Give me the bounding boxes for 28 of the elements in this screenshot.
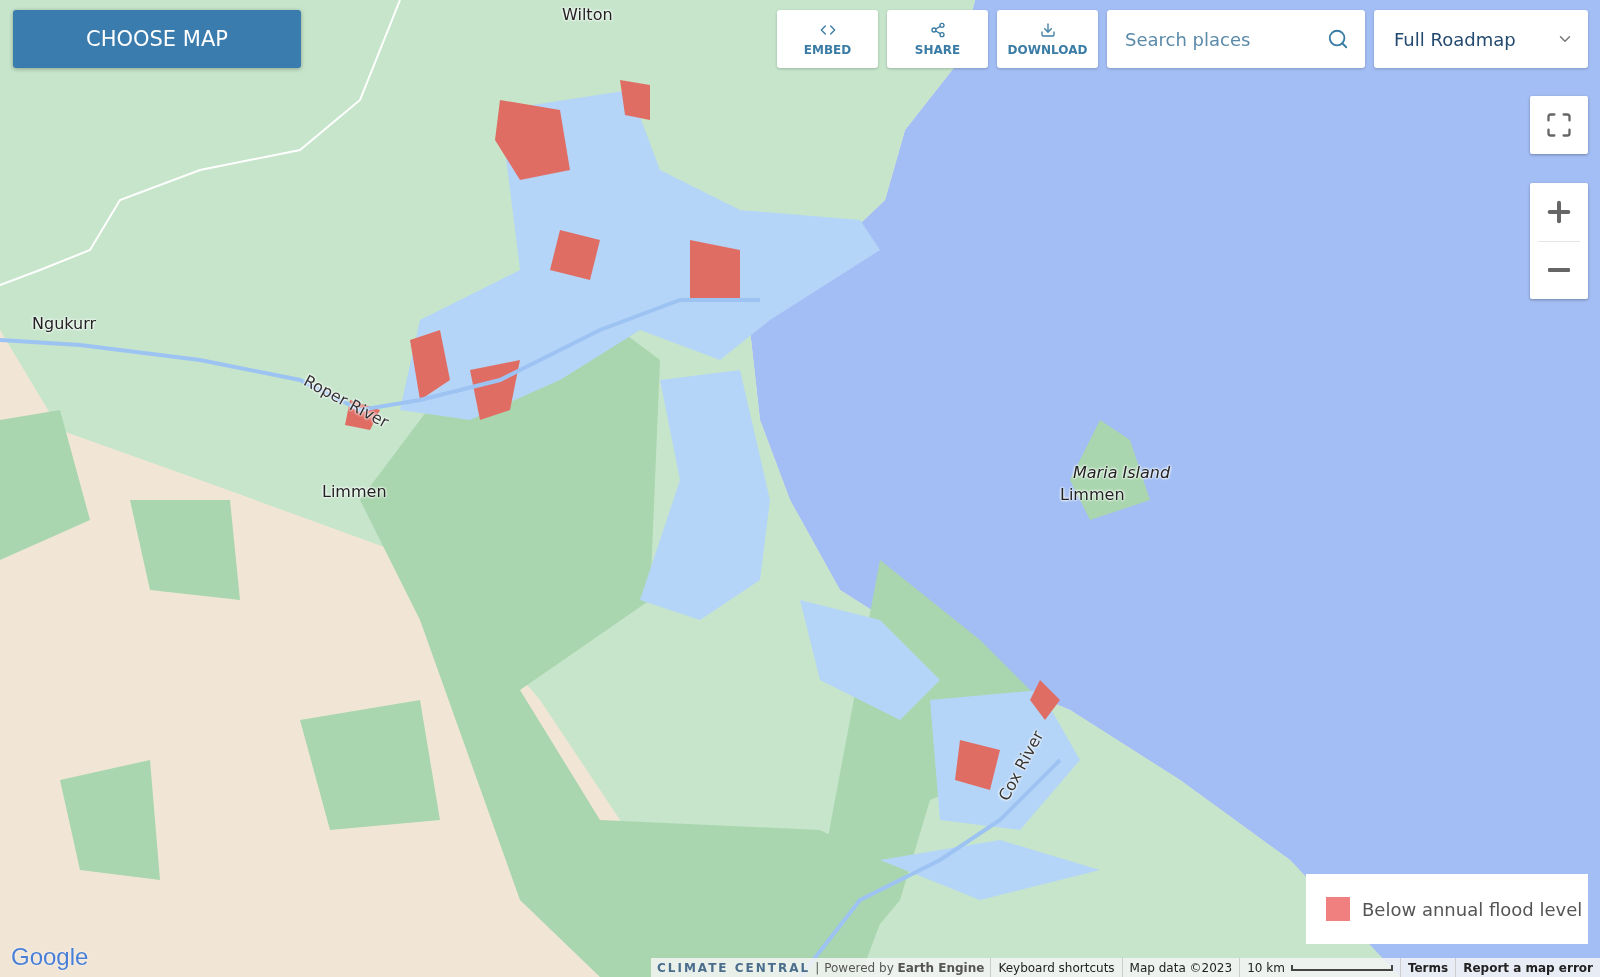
map-type-dropdown[interactable]: Full Roadmap [1374,10,1588,68]
terms-link[interactable]: Terms [1399,958,1456,977]
separator: | [815,960,820,975]
choose-map-button[interactable]: CHOOSE MAP [13,10,301,68]
scale-indicator[interactable]: 10 km [1239,958,1400,977]
download-button[interactable]: DOWNLOAD [997,10,1098,68]
fullscreen-icon [1545,111,1573,139]
report-error-link[interactable]: Report a map error [1455,958,1600,977]
brand-name[interactable]: CLIMATE CENTRAL [656,960,811,975]
search-bar[interactable]: Search places [1107,10,1365,68]
river-label: Cox River [994,727,1048,804]
island-label: Maria Island [1073,463,1171,482]
search-icon[interactable] [1327,28,1349,50]
town-label: Limmen [322,482,387,501]
legend-label: Below annual flood level [1362,898,1583,920]
share-icon [929,21,946,38]
minus-icon [1548,268,1570,273]
fullscreen-button[interactable] [1530,96,1588,154]
town-label: Wilton [562,5,613,24]
share-button[interactable]: SHARE [887,10,988,68]
download-icon [1039,21,1056,38]
map-data-text: Map data ©2023 [1121,958,1240,977]
town-label: Limmen [1060,485,1125,504]
embed-button[interactable]: EMBED [777,10,878,68]
map-logo: Google [11,943,89,971]
town-label: Ngukurr [32,314,97,333]
keyboard-shortcuts-link[interactable]: Keyboard shortcuts [990,958,1122,977]
powered-by-text: Powered by Earth Engine [824,960,985,975]
